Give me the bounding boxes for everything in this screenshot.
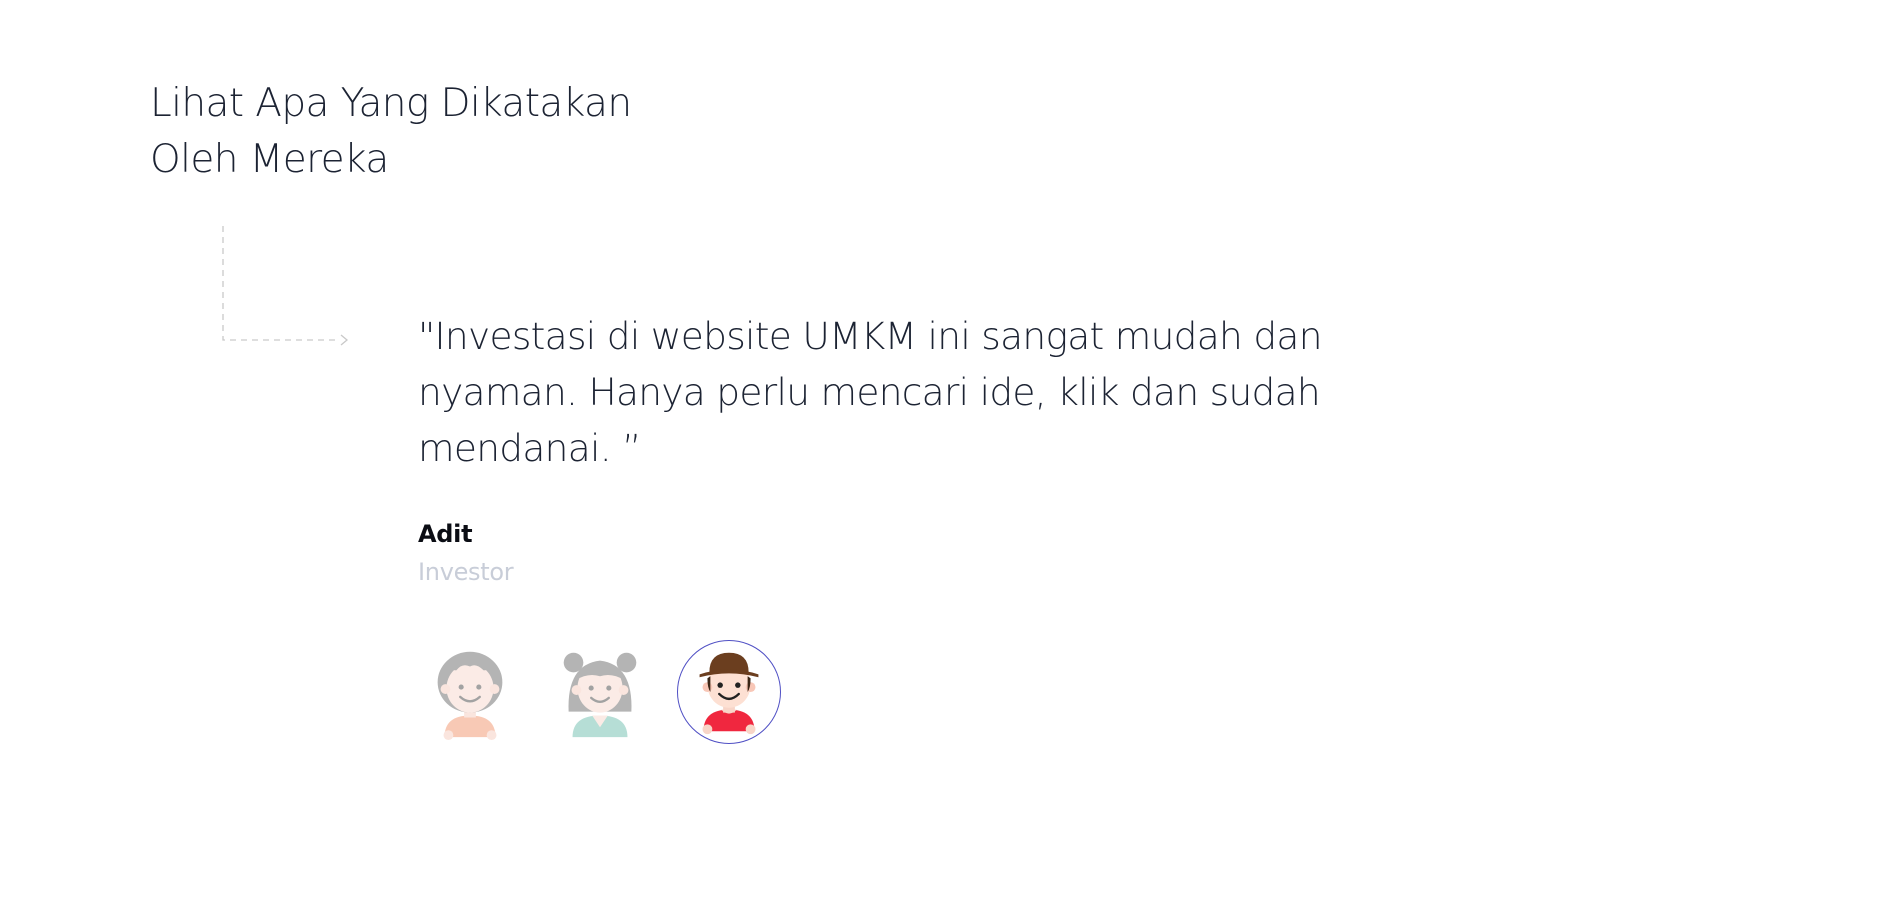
quote-line-3: mendanai. ”: [418, 426, 642, 470]
quote-line-1: "Investasi di website UMKM ini sangat mu…: [418, 314, 1322, 358]
avatar-button-2[interactable]: [548, 640, 652, 744]
author-name: Adit: [418, 520, 473, 548]
avatar-button-3[interactable]: [677, 640, 781, 744]
boy-with-hat-icon: [699, 652, 759, 735]
quote-line-2: nyaman. Hanya perlu mencari ide, klik da…: [418, 370, 1321, 414]
section-title-line-1: Lihat Apa Yang Dikatakan: [150, 81, 632, 126]
testimonial-quote: "Investasi di website UMKM ini sangat mu…: [418, 308, 1418, 476]
elderly-woman-icon: [563, 652, 637, 738]
section-title-line-2: Oleh Mereka: [150, 137, 389, 182]
author-role: Investor: [418, 558, 514, 586]
section-title: Lihat Apa Yang Dikatakan Oleh Mereka: [150, 76, 632, 188]
elderly-man-icon: [437, 651, 503, 741]
avatar-button-1[interactable]: [418, 640, 522, 744]
dashed-arrow-connector-icon: [222, 226, 349, 346]
